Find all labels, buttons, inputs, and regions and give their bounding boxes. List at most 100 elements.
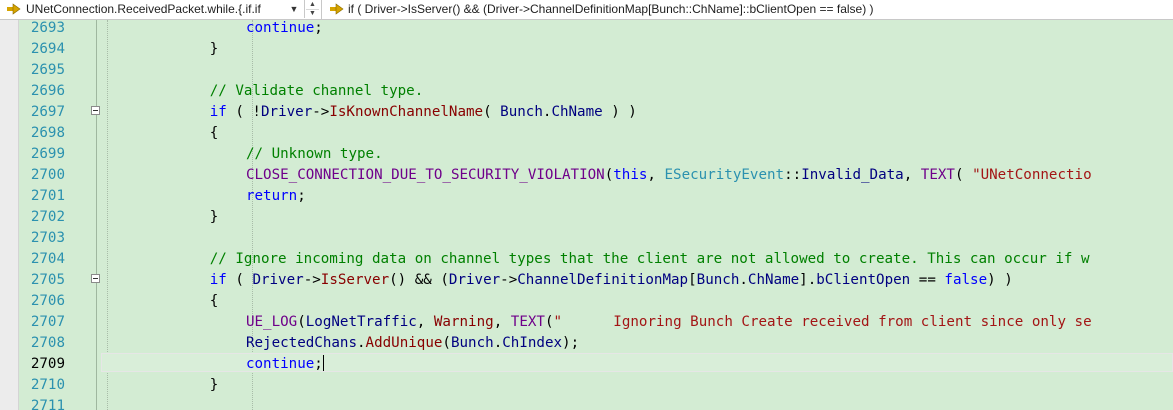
line-number: 2701	[30, 188, 65, 204]
code-line[interactable]: 2709 continue;	[0, 354, 1173, 375]
code-token: AddUnique	[365, 335, 443, 351]
arrow-nav-icon	[330, 3, 344, 15]
code-token: Bunch	[696, 272, 740, 288]
code-token: Driver	[448, 272, 501, 288]
code-line[interactable]: 2698 {	[0, 123, 1173, 144]
code-line[interactable]: 2701 return;	[0, 186, 1173, 207]
code-token: Invalid_Data	[801, 167, 904, 183]
code-line[interactable]: 2702}	[0, 207, 1173, 228]
line-number: 2695	[30, 62, 65, 78]
code-token: Driver	[252, 272, 304, 288]
line-number: 2709	[30, 356, 65, 372]
code-token: ,	[903, 167, 921, 183]
code-line[interactable]: 2697 if ( !Driver->IsKnownChannelName( Bu…	[0, 102, 1173, 123]
code-token: false	[944, 272, 988, 288]
code-line[interactable]: 2694}	[0, 39, 1173, 60]
code-token: ==	[910, 272, 945, 288]
code-text: }	[210, 39, 219, 60]
code-text: }	[210, 375, 219, 396]
line-number: 2703	[30, 230, 65, 246]
code-token: // Ignore incoming data on channel types…	[209, 251, 1090, 267]
code-token: }	[209, 209, 219, 225]
code-token: Bunch	[450, 335, 494, 351]
navigation-bar: UNetConnection.ReceivedPacket.while.{.if…	[0, 0, 1173, 20]
code-token: if	[209, 272, 227, 288]
code-line[interactable]: 2700 CLOSE_CONNECTION_DUE_TO_SECURITY_VIO…	[0, 165, 1173, 186]
code-text: // Ignore incoming data on channel types…	[210, 249, 1090, 270]
code-token: "UNetConnectio	[972, 167, 1092, 183]
code-token: ChIndex	[502, 335, 563, 351]
code-line[interactable]: 2693 continue;	[0, 20, 1173, 39]
code-token: ( !	[226, 104, 261, 120]
code-token: .	[493, 335, 503, 351]
code-token: .	[357, 335, 366, 351]
code-token: LogNetTraffic	[305, 314, 417, 330]
code-token: () && (	[389, 272, 449, 288]
code-line[interactable]: 2696 // Validate channel type.	[0, 81, 1173, 102]
line-number: 2710	[30, 377, 65, 393]
code-text: }	[210, 207, 219, 228]
text-caret	[322, 355, 324, 371]
code-line[interactable]: 2699 // Unknown type.	[0, 144, 1173, 165]
code-text: // Unknown type.	[246, 144, 383, 165]
code-token: (	[483, 104, 501, 120]
code-token: ,	[416, 314, 434, 330]
code-token: .	[739, 272, 748, 288]
code-line[interactable]: 2706 {	[0, 291, 1173, 312]
line-number: 2693	[30, 20, 65, 36]
code-line[interactable]: 2708 RejectedChans.AddUnique(Bunch.ChInde…	[0, 333, 1173, 354]
scope-spinner[interactable]: ▲ ▼	[304, 0, 319, 18]
code-token: ->	[303, 272, 321, 288]
code-token: " Ignoring Bunch Create received from cl…	[553, 314, 1092, 330]
code-text: continue;	[246, 354, 324, 375]
code-token: ::	[784, 167, 802, 183]
code-text: if ( Driver->IsServer() && (Driver->Chan…	[210, 270, 1013, 291]
scope-text: UNetConnection.ReceivedPacket.while.{.if…	[26, 2, 261, 16]
code-text: UE_LOG(LogNetTraffic, Warning, TEXT(" Ig…	[246, 312, 1092, 333]
member-dropdown[interactable]: if ( Driver->IsServer() && (Driver->Chan…	[323, 0, 1173, 19]
code-line[interactable]: 2710}	[0, 375, 1173, 396]
code-token: (	[297, 314, 306, 330]
code-line[interactable]: 2705 if ( Driver->IsServer() && (Driver->…	[0, 270, 1173, 291]
code-token: this	[613, 167, 648, 183]
code-token: IsServer	[320, 272, 390, 288]
chevron-up-icon[interactable]: ▲	[306, 1, 319, 10]
code-token: TEXT	[920, 167, 955, 183]
code-line[interactable]: 2711	[0, 396, 1173, 410]
code-editor[interactable]: 2693 continue; 2694} 2695 2696// Validate ch…	[0, 20, 1173, 410]
code-line[interactable]: 2704 // Ignore incoming data on channel t…	[0, 249, 1173, 270]
code-token: CLOSE_CONNECTION_DUE_TO_SECURITY_VIOLATI…	[245, 167, 605, 183]
code-token: [	[688, 272, 697, 288]
code-text: continue;	[246, 20, 323, 39]
code-token: if	[209, 104, 227, 120]
collapse-toggle-icon[interactable]	[91, 106, 100, 115]
code-token: TEXT	[510, 314, 545, 330]
line-number: 2704	[30, 251, 65, 267]
code-token: Bunch	[500, 104, 543, 120]
code-token: IsKnownChannelName	[329, 104, 484, 120]
code-token: // Validate channel type.	[209, 83, 424, 99]
code-token: ESecurityEvent	[664, 167, 785, 183]
code-token: ChName	[551, 104, 603, 120]
code-token: (	[954, 167, 973, 183]
line-number: 2702	[30, 209, 65, 225]
code-token: ->	[500, 272, 518, 288]
code-text: // Validate channel type.	[210, 81, 424, 102]
line-number: 2708	[30, 335, 65, 351]
code-token: continue	[245, 20, 315, 36]
code-token: }	[209, 377, 219, 393]
code-token: bClientOpen	[816, 272, 911, 288]
chevron-down-icon[interactable]: ▼	[306, 10, 319, 18]
line-number: 2706	[30, 293, 65, 309]
collapse-toggle-icon[interactable]	[91, 274, 100, 283]
code-line[interactable]: 2695	[0, 60, 1173, 81]
code-token: ) )	[602, 104, 637, 120]
chevron-down-icon[interactable]: ▼	[288, 2, 300, 16]
scope-dropdown[interactable]: UNetConnection.ReceivedPacket.while.{.if…	[0, 0, 322, 19]
code-line[interactable]: 2703	[0, 228, 1173, 249]
line-number: 2696	[30, 83, 65, 99]
code-text: {	[210, 291, 219, 312]
line-number: 2698	[30, 125, 65, 141]
code-token: // Unknown type.	[245, 146, 383, 162]
code-line[interactable]: 2707 UE_LOG(LogNetTraffic, Warning, TEXT(…	[0, 312, 1173, 333]
